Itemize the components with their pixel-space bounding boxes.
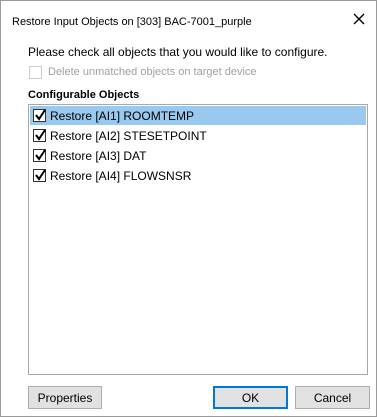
close-icon [353, 13, 365, 25]
list-item-ai4[interactable]: Restore [AI4] FLOWSNSR [30, 166, 366, 185]
window-title: Restore Input Objects on [303] BAC-7001_… [12, 16, 252, 28]
checkmark-icon [35, 149, 46, 161]
checkbox-ai1[interactable] [33, 109, 46, 122]
title-bar[interactable]: Restore Input Objects on [303] BAC-7001_… [1, 1, 376, 35]
list-item-label: Restore [AI3] DAT [50, 148, 147, 163]
list-item-label: Restore [AI2] STESETPOINT [50, 128, 207, 143]
restore-dialog: Restore Input Objects on [303] BAC-7001_… [0, 0, 377, 417]
list-item-label: Restore [AI1] ROOMTEMP [50, 108, 195, 123]
ok-button[interactable]: OK [213, 386, 288, 409]
configurable-objects-label: Configurable Objects [28, 89, 140, 101]
checkbox-ai4[interactable] [33, 169, 46, 182]
list-item-ai2[interactable]: Restore [AI2] STESETPOINT [30, 126, 366, 145]
checkmark-icon [35, 169, 46, 181]
list-item-label: Restore [AI4] FLOWSNSR [50, 168, 192, 183]
properties-button[interactable]: Properties [28, 386, 102, 409]
configurable-objects-list[interactable]: Restore [AI1] ROOMTEMP Restore [AI2] STE… [28, 104, 368, 375]
list-item-ai3[interactable]: Restore [AI3] DAT [30, 146, 366, 165]
checkbox-ai2[interactable] [33, 129, 46, 142]
delete-unmatched-checkbox[interactable] [29, 65, 42, 79]
checkmark-icon [35, 129, 46, 141]
close-button[interactable] [342, 5, 376, 33]
cancel-button[interactable]: Cancel [295, 386, 370, 409]
list-item-ai1[interactable]: Restore [AI1] ROOMTEMP [30, 106, 366, 125]
checkmark-icon [35, 109, 46, 121]
checkbox-ai3[interactable] [33, 149, 46, 162]
instruction-text: Please check all objects that you would … [28, 45, 328, 59]
delete-unmatched-label: Delete unmatched objects on target devic… [48, 66, 257, 78]
delete-unmatched-option[interactable]: Delete unmatched objects on target devic… [29, 64, 257, 80]
